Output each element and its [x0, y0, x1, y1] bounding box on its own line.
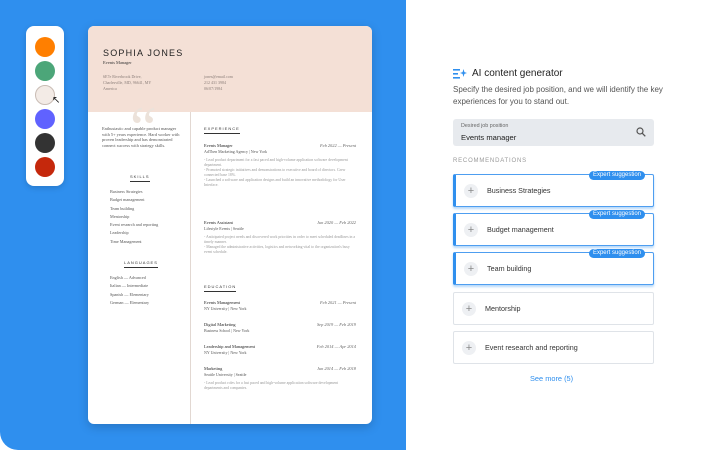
- entry-org: AdThen Marketing Agency | New York: [204, 149, 268, 154]
- entry-title: Events Management: [204, 300, 240, 305]
- ai-sparkle-icon: [453, 69, 467, 79]
- list-item: German — Elementary: [110, 299, 150, 305]
- education-entry: Leadership and Management Feb 2014 — Apr …: [204, 344, 356, 355]
- recommendation-label: Event research and reporting: [485, 343, 578, 352]
- color-swatch-violet[interactable]: [35, 109, 55, 129]
- entry-org: Lifestyle Events | Seattle: [204, 226, 244, 231]
- education-heading: EDUCATION: [204, 284, 237, 292]
- entry-org: NY University | New York: [204, 306, 247, 311]
- color-swatch-green[interactable]: [35, 61, 55, 81]
- expert-suggestion-badge: Expert suggestion: [588, 171, 645, 180]
- recommendation-item[interactable]: + Business Strategies Expert suggestion: [453, 171, 654, 207]
- education-entry: Digital Marketing Sep 2019 — Feb 2019 Bus…: [204, 322, 356, 333]
- education-entry: Marketing Jun 2014 — Feb 2018 Seattle Uni…: [204, 366, 356, 391]
- resume-preview: SOPHIA JONES Events Manager 6E7e Riverbr…: [88, 26, 372, 424]
- plus-icon[interactable]: +: [462, 341, 476, 355]
- list-item: Leadership: [110, 230, 129, 236]
- list-item: Italian — Intermediate: [110, 283, 149, 289]
- entry-description: - Anticipated project needs and discover…: [204, 235, 356, 254]
- recommendation-item[interactable]: + Event research and reporting: [453, 331, 654, 364]
- list-item: Mentorship: [110, 213, 130, 219]
- search-input[interactable]: Events manager: [461, 133, 516, 142]
- resume-address: 6E7e Riverbrook Drive, Charlesville, MD,…: [103, 74, 152, 91]
- entry-description: - Lead product roles for a fast paced an…: [204, 381, 339, 390]
- entry-org: NY University | New York: [204, 350, 247, 355]
- entry-date: Jun 2020 — Feb 2022: [316, 220, 356, 225]
- languages-list: English — Advanced Italian — Intermediat…: [110, 274, 149, 307]
- entry-title: Marketing: [204, 366, 223, 371]
- plus-icon[interactable]: +: [464, 184, 478, 198]
- recommendation-label: Budget management: [487, 225, 554, 234]
- ai-panel-description: Specify the desired job position, and we…: [453, 85, 663, 106]
- entry-org: Business School | New York: [204, 328, 250, 333]
- search-icon[interactable]: [636, 127, 646, 137]
- expert-suggestion-badge: Expert suggestion: [588, 210, 645, 219]
- experience-entry: Events Assistant Jun 2020 — Feb 2022 Life…: [204, 220, 356, 255]
- app-canvas: ↖ SOPHIA JONES Events Manager 6E7e River…: [0, 0, 704, 450]
- recommendation-item[interactable]: + Team building Expert suggestion: [453, 249, 654, 285]
- recommendation-item[interactable]: + Mentorship: [453, 292, 654, 325]
- job-position-search[interactable]: Desired job position Events manager: [453, 119, 654, 146]
- see-more-link[interactable]: See more (5): [530, 374, 573, 383]
- resume-summary: Enthusiastic and capable product manager…: [102, 126, 180, 148]
- languages-heading: LANGUAGES: [124, 260, 158, 268]
- plus-icon[interactable]: +: [464, 223, 478, 237]
- entry-date: Feb 2022 — Present: [319, 143, 356, 148]
- color-swatch-beige-selected[interactable]: ↖: [35, 85, 60, 106]
- skills-list: Business Strategies Budget management Te…: [110, 188, 158, 246]
- experience-entry: Events Manager Feb 2022 — Present AdThen …: [204, 143, 356, 188]
- recommendation-label: Team building: [487, 264, 532, 273]
- entry-date: Jun 2014 — Feb 2018: [316, 366, 356, 371]
- color-swatch-orange[interactable]: [35, 37, 55, 57]
- entry-date: Sep 2019 — Feb 2019: [316, 322, 356, 327]
- list-item: Business Strategies: [110, 189, 143, 194]
- recommendation-label: Business Strategies: [487, 186, 551, 195]
- resume-contact: jones@email.com 212 431 3984 06/07/1984: [204, 74, 233, 91]
- entry-description: - Lead product department for a fast pac…: [204, 158, 348, 187]
- list-item: English — Advanced: [110, 275, 146, 280]
- color-swatch-charcoal[interactable]: [35, 133, 55, 153]
- color-swatch-red[interactable]: [35, 157, 55, 177]
- recommendation-label: Mentorship: [485, 304, 521, 313]
- entry-org: Seattle University | Seattle: [204, 372, 247, 377]
- search-label: Desired job position: [461, 123, 509, 129]
- pointer-cursor-icon: ↖: [52, 95, 61, 106]
- entry-title: Digital Marketing: [204, 322, 236, 327]
- experience-heading: EXPERIENCE: [204, 126, 240, 134]
- expert-suggestion-badge: Expert suggestion: [588, 249, 645, 258]
- entry-date: Feb 2014 — Apr 2014: [316, 344, 356, 349]
- column-divider: [190, 112, 191, 424]
- plus-icon[interactable]: +: [462, 302, 476, 316]
- list-item: Event research and reporting: [110, 222, 159, 228]
- ai-panel-title: AI content generator: [472, 68, 563, 79]
- entry-title: Events Manager: [204, 143, 233, 148]
- resume-name: SOPHIA JONES: [103, 48, 184, 58]
- education-entry: Events Management Feb 2021 — Present NY U…: [204, 300, 356, 311]
- list-item: Spanish — Elementary: [110, 291, 149, 297]
- resume-role: Events Manager: [103, 60, 132, 65]
- entry-title: Events Assistant: [204, 220, 233, 225]
- entry-date: Feb 2021 — Present: [319, 300, 356, 305]
- preview-panel: ↖ SOPHIA JONES Events Manager 6E7e River…: [0, 0, 406, 450]
- recommendations-heading: RECOMMENDATIONS: [453, 158, 527, 164]
- list-item: Budget management: [110, 197, 145, 203]
- entry-title: Leadership and Management: [204, 344, 255, 349]
- color-palette: ↖: [26, 26, 64, 186]
- list-item: Team building: [110, 205, 135, 211]
- skills-heading: SKILLS: [130, 174, 150, 182]
- list-item: Time Management: [110, 238, 142, 244]
- plus-icon[interactable]: +: [464, 262, 478, 276]
- recommendation-item[interactable]: + Budget management Expert suggestion: [453, 210, 654, 246]
